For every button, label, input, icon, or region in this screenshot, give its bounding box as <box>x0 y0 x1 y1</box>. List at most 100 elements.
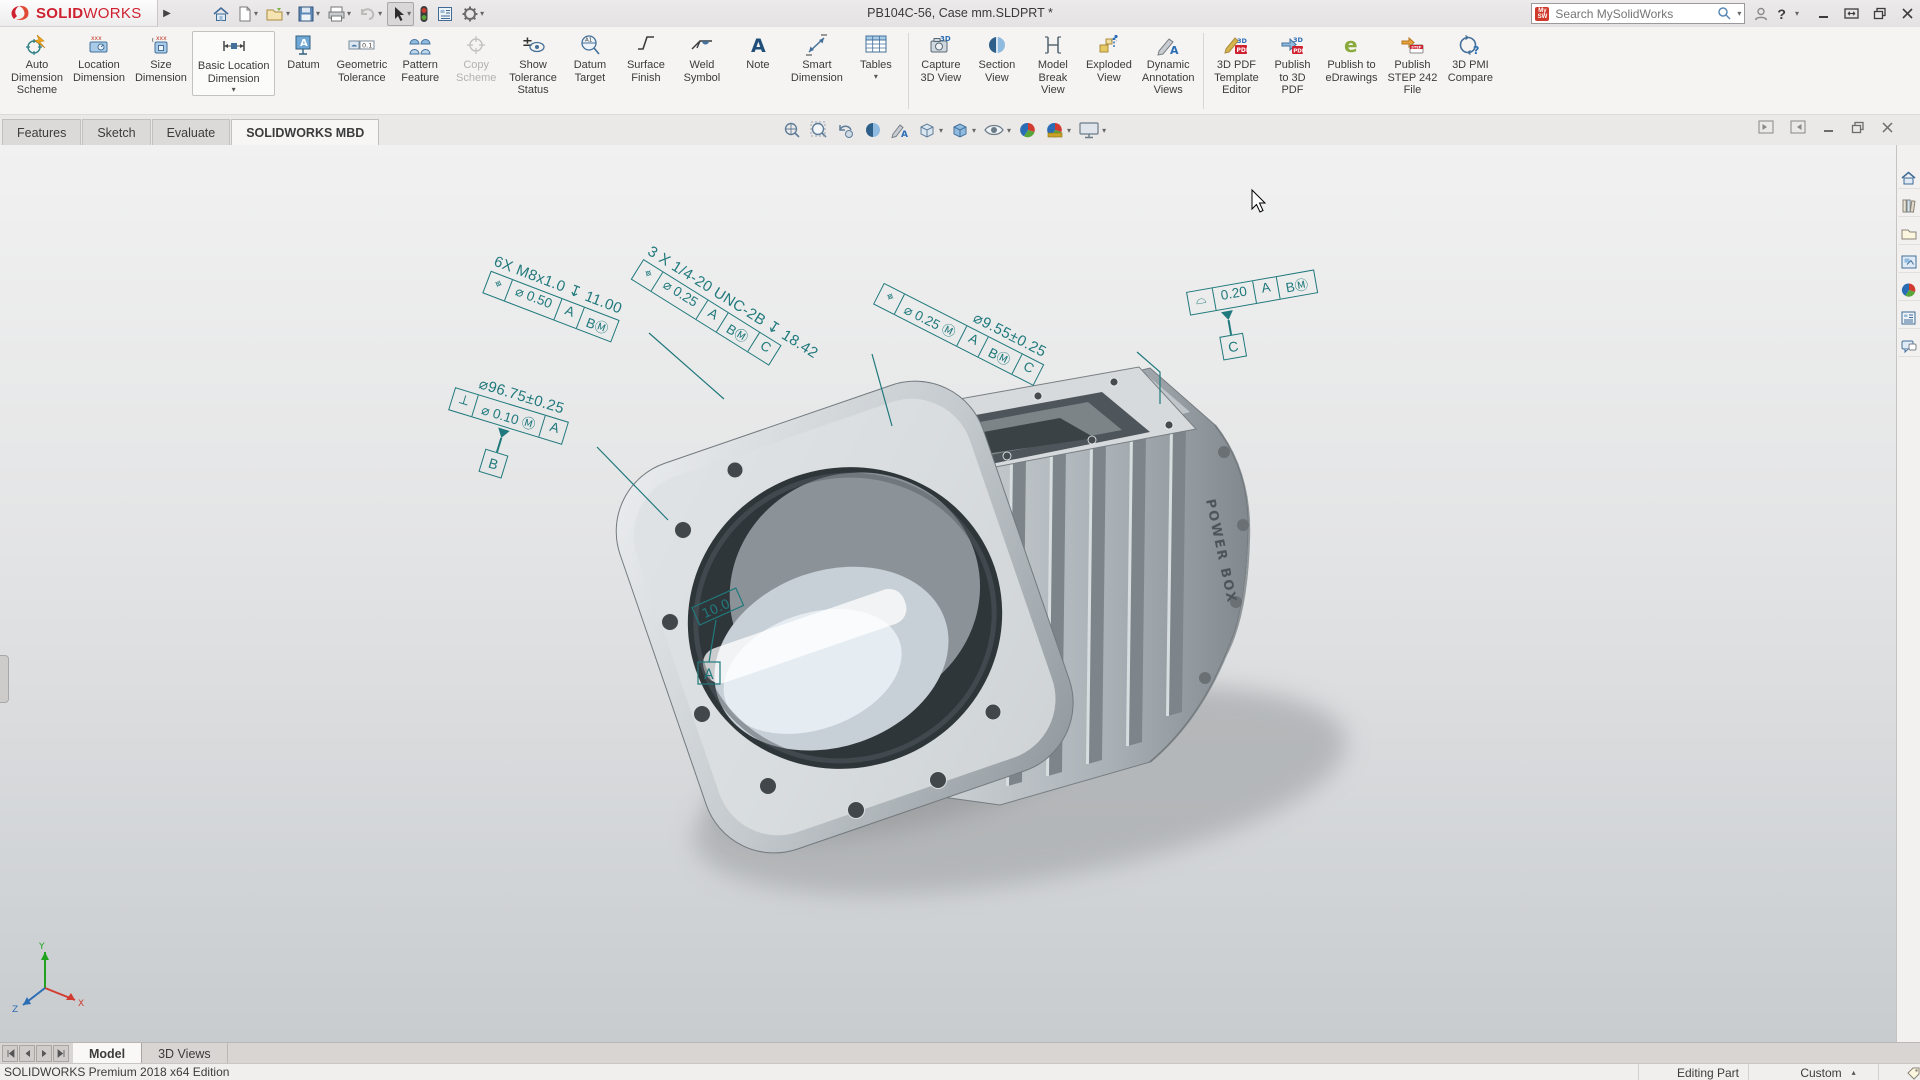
collapse-pane-right-icon[interactable] <box>1790 120 1806 134</box>
note-button[interactable]: ANote <box>730 31 786 73</box>
3d-pmi-compare-button[interactable]: ?3D PMI Compare <box>1442 31 1498 85</box>
smart-dimension-button[interactable]: Smart Dimension <box>786 31 848 85</box>
publish-step-242-button[interactable]: STEPPublish STEP 242 File <box>1382 31 1442 98</box>
nav-prev-button[interactable] <box>19 1045 35 1062</box>
datum-target-button[interactable]: A1Datum Target <box>562 31 618 85</box>
doc-close-icon[interactable] <box>1881 121 1894 134</box>
exploded-view-button[interactable]: Exploded View <box>1081 31 1137 85</box>
edit-appearance-button[interactable] <box>1018 120 1038 140</box>
select-tool-button[interactable]: ▾ <box>387 2 414 26</box>
dynamic-annotation-hud-button[interactable]: A <box>890 120 910 140</box>
doc-restore-icon[interactable] <box>1851 121 1865 134</box>
home-button[interactable] <box>210 3 232 25</box>
capture-3d-view-button[interactable]: 3DCapture 3D View <box>913 31 969 85</box>
flyout-arrow-icon[interactable]: ▾ <box>874 73 878 81</box>
datum-b-flag[interactable]: B <box>479 426 514 478</box>
quick-tips-button[interactable] <box>1878 1064 1920 1080</box>
feature-tree-splitter-tab[interactable] <box>0 655 9 703</box>
dropdown-arrow-icon[interactable]: ▾ <box>254 9 258 18</box>
section-view-hud-button[interactable] <box>863 120 883 140</box>
dropdown-arrow-icon[interactable]: ▾ <box>972 126 976 135</box>
doc-tab-model[interactable]: Model <box>73 1043 142 1064</box>
appearances-scenes-button[interactable] <box>1898 279 1920 301</box>
model-scene[interactable]: POWER BOX <box>0 145 1896 1042</box>
view-settings-button[interactable]: ▾ <box>1078 120 1106 140</box>
section-view-button[interactable]: Section View <box>969 31 1025 85</box>
flyout-arrow-icon[interactable]: ▾ <box>232 86 236 94</box>
3d-pdf-template-editor-button[interactable]: PDF3D3D PDF Template Editor <box>1208 31 1264 98</box>
surface-finish-button[interactable]: Surface Finish <box>618 31 674 85</box>
search-input[interactable] <box>1553 6 1713 22</box>
save-button[interactable]: ▾ <box>295 3 322 25</box>
help-dropdown-arrow[interactable]: ▾ <box>1795 9 1799 18</box>
basic-location-dimension-button[interactable]: Basic Location Dimension▾ <box>192 31 276 96</box>
solidworks-resources-button[interactable] <box>1898 167 1920 189</box>
zoom-to-fit-button[interactable] <box>782 120 802 140</box>
show-tolerance-status-button[interactable]: ±Show Tolerance Status <box>504 31 562 98</box>
tab-evaluate[interactable]: Evaluate <box>152 119 231 145</box>
view-orientation-button[interactable]: ▾ <box>917 120 943 140</box>
new-document-button[interactable]: ▾ <box>235 3 260 25</box>
user-account-icon[interactable] <box>1753 6 1769 22</box>
nav-first-button[interactable] <box>2 1045 18 1062</box>
tab-solidworks-mbd[interactable]: SOLIDWORKS MBD <box>231 119 379 145</box>
dropdown-arrow-icon[interactable]: ▾ <box>407 9 411 18</box>
model-break-view-button[interactable]: Model Break View <box>1025 31 1081 98</box>
undo-button[interactable]: ▾ <box>356 3 384 25</box>
dropdown-arrow-icon[interactable]: ▾ <box>1102 126 1106 135</box>
tables-button[interactable]: Tables▾ <box>848 31 904 82</box>
file-explorer-button[interactable] <box>1898 223 1920 245</box>
dropdown-arrow-icon[interactable]: ▾ <box>1007 126 1011 135</box>
tab-sketch[interactable]: Sketch <box>82 119 150 145</box>
datum-button[interactable]: ADatum <box>275 31 331 73</box>
open-button[interactable]: ▾ <box>263 3 292 25</box>
options-button[interactable]: ▾ <box>459 3 486 25</box>
previous-view-button[interactable] <box>836 120 856 140</box>
solidworks-forum-button[interactable] <box>1898 335 1920 357</box>
restore-button[interactable] <box>1873 7 1887 20</box>
dropdown-arrow-icon[interactable]: ▾ <box>939 126 943 135</box>
properties-button[interactable] <box>434 3 456 25</box>
config-dropup-arrow[interactable]: ▴ <box>1852 1068 1856 1077</box>
datum-c-flag[interactable]: C <box>1216 309 1246 360</box>
doc-tab-3d-views[interactable]: 3D Views <box>142 1043 228 1064</box>
help-button[interactable]: ? <box>1777 6 1786 22</box>
nav-next-button[interactable] <box>36 1045 52 1062</box>
weld-symbol-button[interactable]: Weld Symbol <box>674 31 730 85</box>
publish-to-3d-pdf-button[interactable]: PDF3DPublish to 3D PDF <box>1264 31 1320 98</box>
search-box[interactable]: MySW ▾ <box>1531 3 1745 24</box>
workspace-toggle-button[interactable] <box>1844 7 1859 20</box>
custom-properties-button[interactable] <box>1898 307 1920 329</box>
publish-to-edrawings-button[interactable]: ePublish to eDrawings <box>1320 31 1382 85</box>
search-icon[interactable] <box>1717 6 1732 21</box>
hide-show-items-button[interactable]: ▾ <box>983 120 1011 140</box>
dropdown-arrow-icon[interactable]: ▾ <box>1067 126 1071 135</box>
size-dimension-button[interactable]: xxxSize Dimension <box>130 31 192 85</box>
minimize-button[interactable] <box>1817 7 1830 20</box>
dynamic-annotation-views-button[interactable]: ADynamic Annotation Views <box>1137 31 1200 98</box>
collapse-pane-left-icon[interactable] <box>1758 120 1774 134</box>
pattern-feature-button[interactable]: Pattern Feature <box>392 31 448 85</box>
design-library-button[interactable] <box>1898 195 1920 217</box>
zoom-to-area-button[interactable] <box>809 120 829 140</box>
dropdown-arrow-icon[interactable]: ▾ <box>378 9 382 18</box>
menu-expand-arrow[interactable]: ▶ <box>160 2 174 25</box>
nav-last-button[interactable] <box>53 1045 69 1062</box>
display-style-button[interactable]: ▾ <box>950 120 976 140</box>
selection-filter-toggle[interactable] <box>417 3 431 25</box>
dropdown-arrow-icon[interactable]: ▾ <box>347 9 351 18</box>
graphics-viewport[interactable]: POWER BOX <box>0 145 1896 1042</box>
dropdown-arrow-icon[interactable]: ▾ <box>480 9 484 18</box>
location-dimension-button[interactable]: xxxLocation Dimension <box>68 31 130 85</box>
search-options-arrow[interactable]: ▾ <box>1737 9 1741 18</box>
close-button[interactable] <box>1901 7 1914 20</box>
auto-dimension-scheme-button[interactable]: Auto Dimension Scheme <box>6 31 68 98</box>
dropdown-arrow-icon[interactable]: ▾ <box>316 9 320 18</box>
apply-scene-button[interactable]: ▾ <box>1045 120 1071 140</box>
print-button[interactable]: ▾ <box>325 3 353 25</box>
view-palette-button[interactable] <box>1898 251 1920 273</box>
dropdown-arrow-icon[interactable]: ▾ <box>286 9 290 18</box>
tab-features[interactable]: Features <box>2 119 81 145</box>
doc-minimize-icon[interactable] <box>1822 121 1835 134</box>
geometric-tolerance-button[interactable]: 0.1Geometric Tolerance <box>331 31 392 85</box>
